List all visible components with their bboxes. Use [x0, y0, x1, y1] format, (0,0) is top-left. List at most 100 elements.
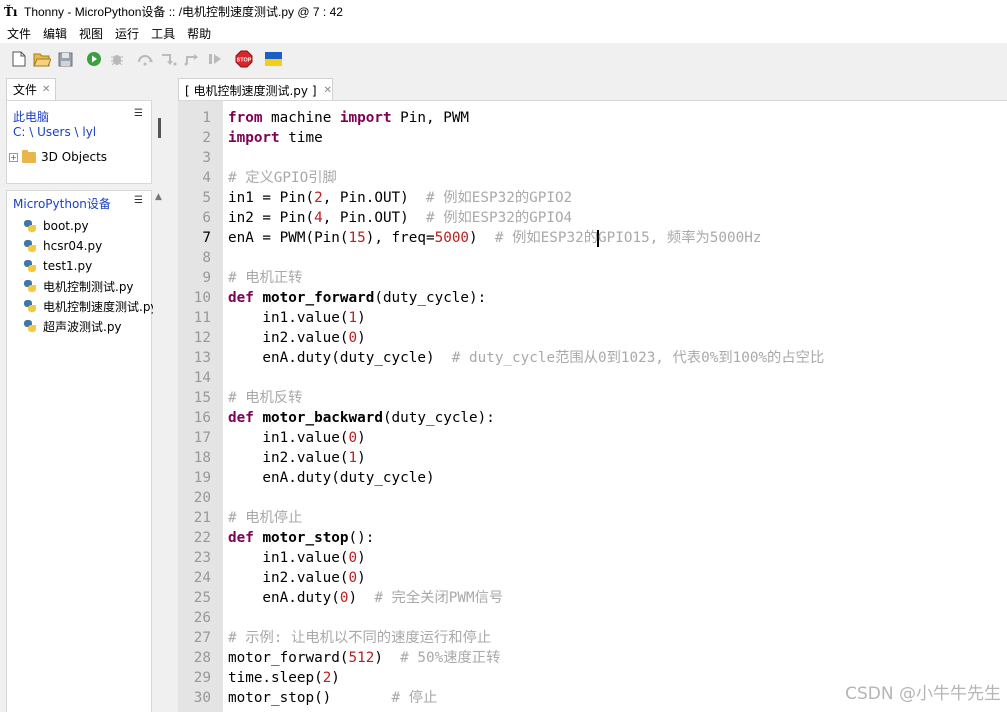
code-token: time.sleep( [228, 670, 323, 686]
line-number: 10 [193, 290, 211, 306]
scrollbar-thumb[interactable] [158, 118, 161, 138]
file-item-label: 超声波测试.py [43, 319, 122, 334]
expand-icon[interactable]: + [9, 152, 18, 162]
code-line[interactable]: def motor_backward(duty_cycle): [228, 408, 495, 428]
line-number: 29 [193, 670, 211, 686]
code-line[interactable]: enA.duty(0) # 完全关闭PWM信号 [228, 588, 503, 608]
scroll-up-arrow-icon[interactable]: ▲ [155, 192, 162, 202]
tab-editor-file[interactable]: [ 电机控制速度测试.py ] ✕ [178, 78, 333, 101]
menu-run[interactable]: 运行 [110, 25, 146, 42]
file-item[interactable]: boot.py [23, 216, 153, 236]
device-header[interactable]: MicroPython设备 [13, 195, 111, 212]
python-file-icon [23, 239, 37, 253]
code-token: in1.value( [228, 550, 349, 566]
file-item[interactable]: test1.py [23, 256, 153, 276]
step-over-icon[interactable] [136, 49, 156, 69]
close-icon[interactable]: ✕ [42, 84, 50, 95]
menu-tools[interactable]: 工具 [146, 25, 182, 42]
code-token: ) [357, 330, 366, 346]
code-line[interactable]: def motor_forward(duty_cycle): [228, 288, 486, 308]
code-line[interactable]: time.sleep(2) [228, 668, 340, 688]
code-token: ) [357, 550, 366, 566]
code-token: ) [331, 670, 340, 686]
line-number: 22 [193, 530, 211, 546]
line-number: 23 [193, 550, 211, 566]
code-line[interactable]: def motor_stop(): [228, 528, 374, 548]
code-line[interactable]: in1.value(0) [228, 548, 366, 568]
code-line[interactable]: in2.value(0) [228, 568, 365, 588]
code-line[interactable]: motor_forward(512) # 50%速度正转 [228, 648, 500, 668]
code-token: Pin, PWM [391, 110, 470, 126]
code-token: # 例如ESP32的GPIO4 [425, 210, 573, 226]
code-line[interactable]: enA.duty(duty_cycle) [228, 468, 434, 488]
line-number: 3 [202, 150, 211, 166]
code-editor[interactable]: 1 2 3 4 5 6 7 8 9 10 11 12 13 14 15 16 17 18 19 20 21 22 23 24 2… [178, 100, 1007, 712]
code-line[interactable]: # 电机停止 [228, 508, 302, 528]
code-token: 0 [348, 330, 358, 346]
code-line[interactable]: enA.duty(duty_cycle) # duty_cycle范围从0到10… [228, 348, 824, 368]
run-icon[interactable] [84, 49, 104, 69]
menu-file[interactable]: 文件 [2, 25, 38, 42]
code-token: enA = PWM(Pin( [228, 230, 349, 246]
ukraine-flag-icon[interactable] [263, 49, 283, 69]
code-token: 2 [322, 670, 332, 686]
line-number: 17 [193, 430, 211, 446]
step-into-icon[interactable] [159, 49, 179, 69]
new-file-icon[interactable] [9, 49, 29, 69]
local-files-pane: 此电脑 ☰ C: \ Users \ lyl + 3D Objects [6, 100, 152, 184]
line-number: 19 [193, 470, 211, 486]
code-line[interactable]: in2.value(1) [228, 448, 366, 468]
code-token: # 完全关闭PWM信号 [374, 590, 504, 606]
code-token: ) [357, 430, 366, 446]
step-out-icon[interactable] [182, 49, 202, 69]
code-line[interactable]: from machine import Pin, PWM [228, 108, 469, 128]
stop-icon[interactable]: STOP [234, 49, 254, 69]
code-token: (): [348, 530, 375, 546]
open-file-icon[interactable] [32, 49, 52, 69]
code-line[interactable]: in2.value(0) [228, 328, 366, 348]
code-line[interactable]: enA = PWM(Pin(15), freq=5000) # 例如ESP32的… [228, 228, 761, 248]
code-line[interactable]: motor_stop() # 停止 [228, 688, 437, 708]
code-token: in2 = Pin( [228, 210, 315, 226]
line-number: 30 [193, 690, 211, 706]
code-token: # 例如ESP32的 [494, 230, 599, 246]
menu-help[interactable]: 帮助 [182, 25, 218, 42]
local-header[interactable]: 此电脑 [13, 108, 49, 125]
hamburger-menu-icon[interactable]: ☰ [134, 108, 143, 119]
tree-item-3d-objects[interactable]: + 3D Objects [9, 148, 107, 166]
debug-icon[interactable] [107, 49, 127, 69]
code-token: # duty_cycle范围从0到1023, 代表0%到100%的占空比 [451, 350, 825, 366]
hamburger-menu-icon[interactable]: ☰ [134, 195, 143, 206]
code-token: # 电机正转 [228, 270, 303, 286]
save-icon[interactable] [55, 49, 75, 69]
line-number: 18 [193, 450, 211, 466]
code-line[interactable]: # 示例: 让电机以不同的速度运行和停止 [228, 628, 491, 648]
menu-view[interactable]: 视图 [74, 25, 110, 42]
file-item[interactable]: 电机控制速度测试.py [23, 296, 153, 316]
file-item[interactable]: hcsr04.py [23, 236, 153, 256]
code-token: ) [469, 230, 495, 246]
line-number: 5 [202, 190, 211, 206]
code-line[interactable]: # 电机反转 [228, 388, 302, 408]
code-token: 5000 [434, 230, 470, 246]
file-item[interactable]: 电机控制测试.py [23, 276, 153, 296]
code-token: # 停止 [391, 690, 438, 706]
code-line[interactable]: # 定义GPIO引脚 [228, 168, 337, 188]
code-line[interactable]: in1.value(0) [228, 428, 366, 448]
tree-item-label: 3D Objects [41, 150, 108, 164]
code-line[interactable]: import time [228, 128, 323, 148]
line-number: 12 [193, 330, 211, 346]
code-line[interactable]: in1.value(1) [228, 308, 365, 328]
menu-edit[interactable]: 编辑 [38, 25, 74, 42]
close-icon[interactable]: ✕ [324, 85, 332, 96]
code-line[interactable]: in2 = Pin(4, Pin.OUT) # 例如ESP32的GPIO4 [228, 208, 572, 228]
file-item[interactable]: 超声波测试.py [23, 316, 153, 336]
code-line[interactable]: # 电机正转 [228, 268, 302, 288]
code-token: ) [357, 450, 366, 466]
tab-files[interactable]: 文件 ✕ [6, 78, 56, 100]
python-file-icon [23, 259, 37, 273]
local-path[interactable]: C: \ Users \ lyl [13, 125, 96, 139]
editor-tab-label: [ 电机控制速度测试.py ] [185, 83, 317, 98]
code-line[interactable]: in1 = Pin(2, Pin.OUT) # 例如ESP32的GPIO2 [228, 188, 572, 208]
resume-icon[interactable] [205, 49, 225, 69]
